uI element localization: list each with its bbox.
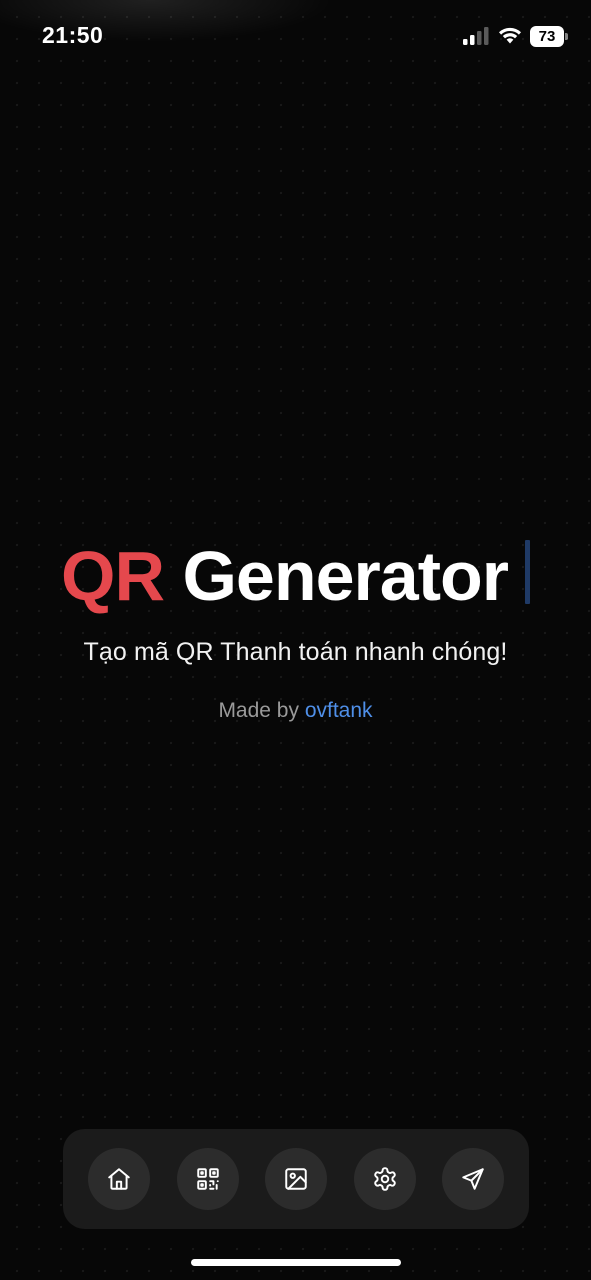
title-accent: QR <box>61 537 165 615</box>
settings-button[interactable] <box>353 1148 416 1210</box>
hero: QR Generator Tạo mã QR Thanh toán nhanh … <box>0 530 591 723</box>
home-button[interactable] <box>88 1148 150 1210</box>
author-link[interactable]: ovftank <box>305 699 373 722</box>
bottom-nav <box>63 1129 529 1229</box>
typing-caret <box>525 540 530 604</box>
image-button[interactable] <box>265 1148 327 1210</box>
page-title: QR Generator <box>61 530 530 622</box>
send-icon <box>460 1166 486 1192</box>
battery-icon: 73 <box>530 26 568 47</box>
qr-code-icon <box>195 1166 221 1192</box>
credit-line: Made by ovftank <box>0 699 591 723</box>
image-icon <box>283 1166 309 1192</box>
home-indicator[interactable] <box>191 1259 401 1266</box>
status-time: 21:50 <box>42 22 104 48</box>
credit-prefix: Made by <box>218 699 305 722</box>
home-icon <box>106 1166 132 1192</box>
qr-code-button[interactable] <box>176 1148 239 1210</box>
status-bar: 21:50 73 <box>0 0 591 72</box>
battery-level: 73 <box>538 28 556 45</box>
wifi-icon <box>498 25 522 50</box>
subtitle: Tạo mã QR Thanh toán nhanh chóng! <box>83 638 508 666</box>
screen: 21:50 73 QR Generator Tạo mã QR Thanh to… <box>0 0 591 1280</box>
send-button[interactable] <box>442 1148 504 1210</box>
title-rest: Generator <box>164 537 509 615</box>
signal-icon <box>463 27 489 50</box>
settings-icon <box>372 1166 398 1192</box>
